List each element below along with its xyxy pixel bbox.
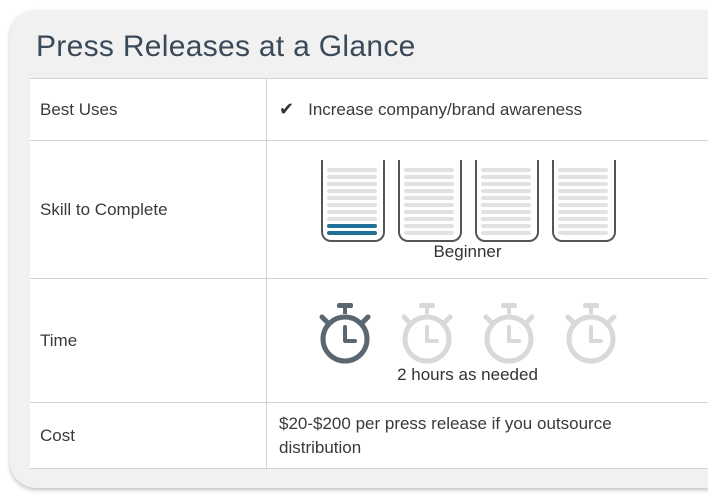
glance-table: Best Uses ✔ Increase company/brand awaren… bbox=[30, 78, 708, 469]
row-label: Best Uses bbox=[30, 78, 267, 141]
stopwatch-icon bbox=[401, 302, 452, 363]
time-caption: 2 hours as needed bbox=[397, 364, 538, 384]
skill-level-cup-icon bbox=[475, 159, 539, 242]
skill-meter bbox=[227, 159, 708, 242]
cost-text: $20-$200 per press release if you outsou… bbox=[266, 402, 708, 469]
skill-cell: Beginner bbox=[266, 140, 708, 279]
skill-level-cup-icon bbox=[398, 159, 462, 242]
row-skill: Skill to Complete Beginner bbox=[30, 140, 708, 279]
stopwatch-icon bbox=[483, 302, 534, 363]
row-best-uses: Best Uses ✔ Increase company/brand awaren… bbox=[30, 78, 708, 141]
stopwatch-icon bbox=[565, 302, 616, 363]
time-cell: 2 hours as needed bbox=[266, 278, 708, 403]
row-label: Cost bbox=[30, 402, 267, 469]
row-time: Time 2 hours as needed bbox=[30, 278, 708, 403]
skill-level-cup-icon bbox=[321, 159, 385, 242]
row-value: ✔ Increase company/brand awareness bbox=[266, 78, 708, 141]
time-meter bbox=[227, 301, 708, 365]
card-title: Press Releases at a Glance bbox=[36, 30, 416, 63]
row-cost: Cost $20-$200 per press release if you o… bbox=[30, 402, 708, 469]
best-uses-text: Increase company/brand awareness bbox=[308, 100, 583, 119]
skill-caption: Beginner bbox=[433, 241, 502, 261]
skill-level-cup-icon bbox=[552, 159, 616, 242]
stopwatch-icon bbox=[319, 302, 370, 363]
checkmark-icon: ✔ bbox=[279, 99, 295, 119]
